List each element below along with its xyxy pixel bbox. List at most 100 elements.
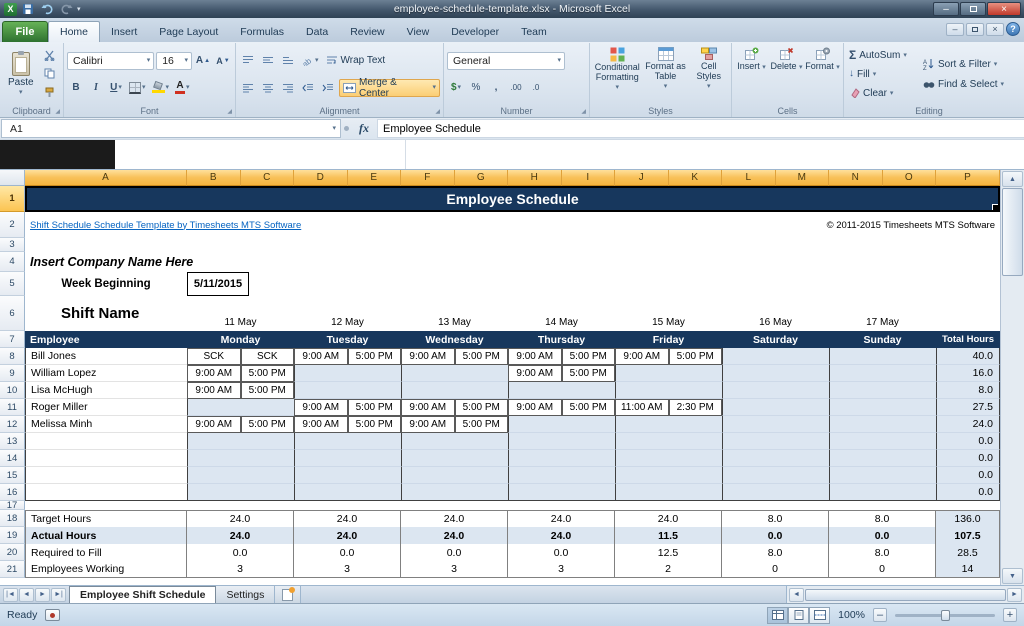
cell-empty[interactable] (25, 238, 1000, 252)
shift-cell[interactable]: 5:00 PM (241, 382, 295, 399)
horizontal-scrollbar-thumb[interactable] (805, 589, 1006, 601)
number-dialog-launcher[interactable]: ◢ (581, 109, 586, 115)
tab-review[interactable]: Review (339, 21, 395, 42)
summary-value[interactable]: 24.0 (508, 510, 615, 527)
shift-cell[interactable]: 9:00 AM (294, 399, 348, 416)
total-hours-cell[interactable]: 24.0 (936, 416, 1000, 433)
shift-cell[interactable]: 9:00 AM (401, 348, 455, 365)
shift-cell[interactable] (455, 365, 509, 382)
shift-cell[interactable]: 9:00 AM (294, 416, 348, 433)
shift-cell[interactable] (722, 382, 776, 399)
page-break-view-button[interactable] (809, 607, 830, 624)
zoom-level[interactable]: 100% (838, 609, 865, 621)
shift-cell[interactable] (883, 416, 937, 433)
row-header-7[interactable]: 7 (0, 331, 25, 348)
shift-cell[interactable]: 5:00 PM (455, 399, 509, 416)
cell-empty[interactable] (249, 272, 1000, 296)
tab-data[interactable]: Data (295, 21, 339, 42)
shift-cell[interactable] (776, 399, 830, 416)
summary-value[interactable]: 3 (294, 561, 401, 578)
shift-cell[interactable]: 9:00 AM (294, 348, 348, 365)
conditional-formatting-button[interactable]: Conditional Formatting ▾ (593, 44, 641, 104)
shift-cell[interactable] (883, 433, 937, 450)
shift-cell[interactable] (615, 467, 669, 484)
font-color-button[interactable]: A▾ (173, 79, 192, 96)
shift-cell[interactable] (455, 382, 509, 399)
shift-cell[interactable]: 5:00 PM (562, 365, 616, 382)
summary-value[interactable]: 12.5 (615, 544, 722, 561)
row-header-10[interactable]: 10 (0, 382, 25, 399)
shift-cell[interactable]: 11:00 AM (615, 399, 669, 416)
shift-cell[interactable] (187, 433, 241, 450)
summary-value[interactable]: 8.0 (722, 544, 829, 561)
shift-cell[interactable] (455, 467, 509, 484)
shift-cell[interactable] (241, 399, 295, 416)
tab-home[interactable]: Home (48, 21, 100, 42)
shift-cell[interactable] (562, 433, 616, 450)
shift-cell[interactable] (294, 467, 348, 484)
employee-name-cell[interactable]: Melissa Minh (25, 416, 187, 433)
excel-app-icon[interactable]: X (4, 3, 17, 16)
shift-cell[interactable]: SCK (241, 348, 295, 365)
shift-cell[interactable] (562, 416, 616, 433)
summary-value[interactable]: 0 (829, 561, 936, 578)
total-hours-cell[interactable]: 0.0 (936, 450, 1000, 467)
summary-value[interactable]: 0.0 (829, 527, 936, 544)
column-header-A[interactable]: A (25, 170, 187, 186)
shift-cell[interactable] (401, 382, 455, 399)
align-middle-button[interactable] (259, 52, 277, 69)
shift-cell[interactable]: 9:00 AM (187, 365, 241, 382)
row-header-19[interactable]: 19 (0, 527, 25, 544)
shift-cell[interactable] (241, 433, 295, 450)
last-sheet-icon[interactable]: ►| (51, 588, 66, 602)
shift-cell[interactable] (829, 382, 883, 399)
increase-decimal-button[interactable]: .00 (507, 79, 525, 96)
shrink-font-button[interactable]: A▼ (214, 52, 232, 69)
total-hours-cell[interactable]: 27.5 (936, 399, 1000, 416)
cell-empty[interactable] (936, 296, 1000, 331)
shift-cell[interactable] (883, 382, 937, 399)
shift-cell[interactable]: 9:00 AM (615, 348, 669, 365)
zoom-out-icon[interactable]: – (873, 608, 887, 622)
total-hours-cell[interactable]: 0.0 (936, 484, 1000, 501)
shift-cell[interactable] (829, 416, 883, 433)
decrease-decimal-button[interactable]: .0 (527, 79, 545, 96)
shift-cell[interactable] (776, 382, 830, 399)
shift-cell[interactable] (722, 467, 776, 484)
column-header-C[interactable]: C (241, 170, 295, 186)
shift-cell[interactable] (615, 416, 669, 433)
shift-cell[interactable] (776, 348, 830, 365)
shift-cell[interactable] (722, 348, 776, 365)
employee-name-cell[interactable]: Lisa McHugh (25, 382, 187, 399)
shift-cell[interactable] (508, 450, 562, 467)
save-button[interactable] (20, 2, 36, 16)
summary-value[interactable]: 3 (508, 561, 615, 578)
row-header-4[interactable]: 4 (0, 252, 25, 272)
shift-cell[interactable] (294, 484, 348, 501)
column-header-O[interactable]: O (883, 170, 937, 186)
summary-value[interactable]: 24.0 (508, 527, 615, 544)
summary-value[interactable]: 0.0 (294, 544, 401, 561)
shift-cell[interactable]: 9:00 AM (401, 399, 455, 416)
horizontal-scrollbar[interactable]: ◄ ► (786, 586, 1024, 603)
number-format-combo[interactable]: General ▾ (447, 52, 565, 70)
row-header-13[interactable]: 13 (0, 433, 25, 450)
column-header-E[interactable]: E (348, 170, 402, 186)
total-hours-cell[interactable]: 16.0 (936, 365, 1000, 382)
name-box[interactable]: A1 ▾ (1, 119, 341, 138)
shift-cell[interactable] (615, 450, 669, 467)
summary-total[interactable]: 136.0 (936, 510, 1000, 527)
workbook-restore-button[interactable] (966, 23, 984, 36)
shift-cell[interactable]: 5:00 PM (348, 348, 402, 365)
format-painter-button[interactable] (41, 84, 59, 101)
paste-button[interactable]: Paste ▾ (3, 44, 39, 104)
shift-cell[interactable] (883, 365, 937, 382)
maximize-button[interactable] (960, 2, 986, 16)
format-as-table-button[interactable]: Format as Table ▾ (644, 44, 688, 104)
total-hours-cell[interactable]: 8.0 (936, 382, 1000, 399)
employee-name-cell[interactable] (25, 484, 187, 501)
shift-cell[interactable] (455, 484, 509, 501)
shift-cell[interactable] (187, 450, 241, 467)
vertical-scrollbar-thumb[interactable] (1002, 188, 1023, 276)
summary-value[interactable]: 8.0 (829, 510, 936, 527)
